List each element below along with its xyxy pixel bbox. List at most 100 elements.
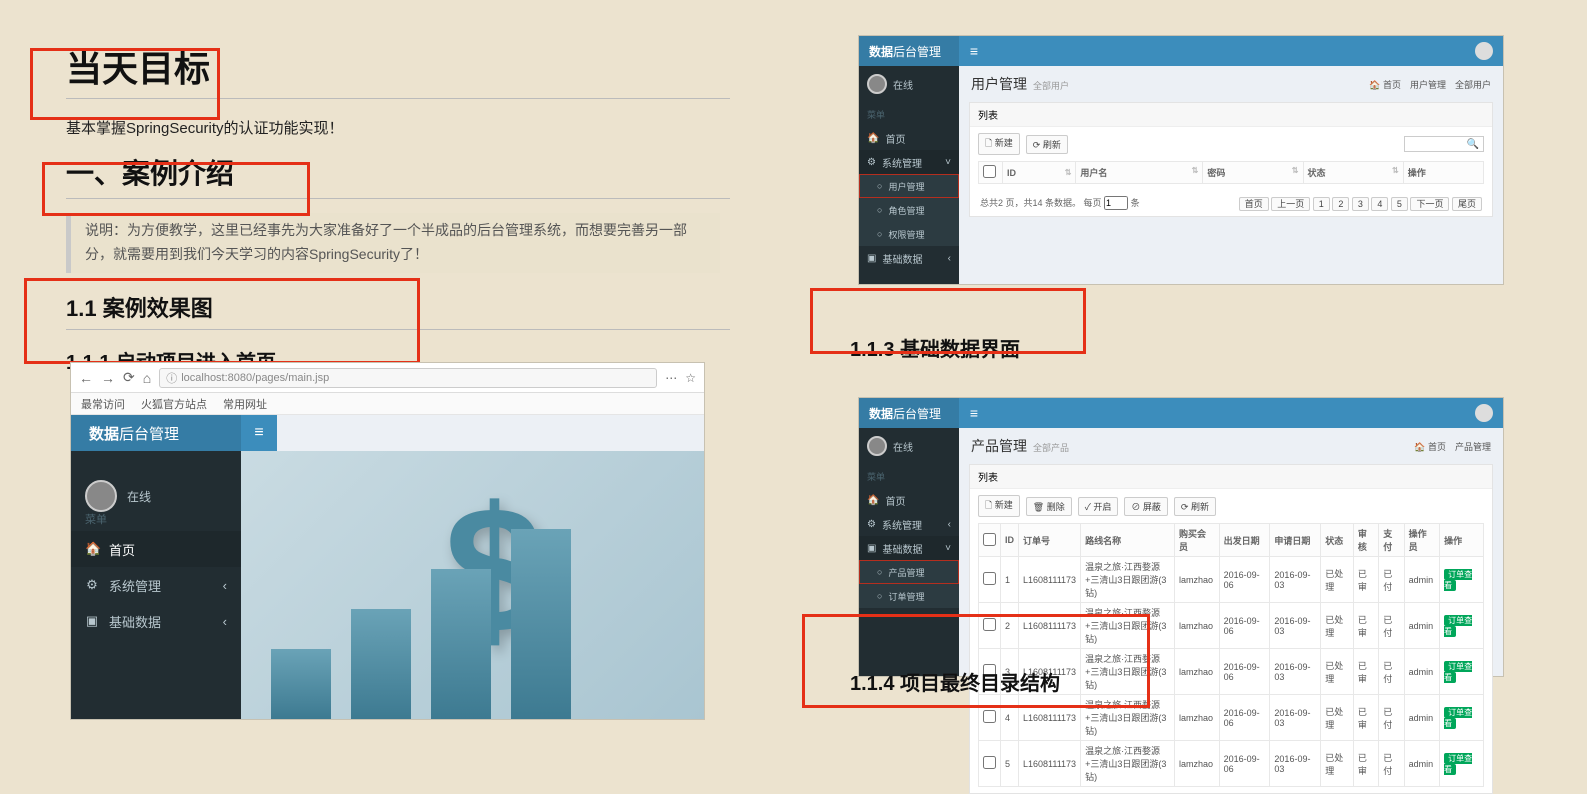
sidebar-item-product[interactable]: ○产品管理 (859, 560, 959, 584)
pagesize-input[interactable] (1104, 196, 1128, 210)
star-icon[interactable]: ☆ (685, 371, 696, 385)
back-icon[interactable]: ← (79, 370, 93, 386)
breadcrumb: 🏠 首页 用户管理 全部用户 (1369, 78, 1491, 91)
page-4[interactable]: 4 (1371, 197, 1388, 211)
page-3[interactable]: 3 (1352, 197, 1369, 211)
sidebar-item-label: 基础数据 (882, 251, 922, 266)
close-button[interactable]: ⊘ 屏蔽 (1124, 497, 1168, 516)
col-buyer[interactable]: 购买会员 (1175, 524, 1220, 557)
panel-title: 列表 (970, 103, 1492, 127)
breadcrumb: 🏠 首页 产品管理 (1414, 440, 1491, 453)
screenshot-user-mgmt: 数据 后台管理 ≡ 在线 菜单 🏠首页 ⚙系统管理˅ ○用户管理 ○角色管理 ○… (858, 35, 1504, 285)
view-order-button[interactable]: 订单查看 (1444, 753, 1472, 775)
avatar (85, 480, 117, 512)
view-order-button[interactable]: 订单查看 (1444, 661, 1472, 683)
gear-icon: ⚙ (85, 577, 99, 593)
view-order-button[interactable]: 订单查看 (1444, 615, 1472, 637)
col-password[interactable]: 密码⇅ (1203, 162, 1303, 184)
hamburger-icon[interactable]: ≡ (241, 415, 277, 451)
page-first[interactable]: 首页 (1239, 197, 1269, 211)
sidebar-item-role[interactable]: ○角色管理 (859, 198, 959, 222)
sidebar-item-home[interactable]: 🏠首页 (859, 126, 959, 150)
more-icon[interactable]: ⋯ (665, 371, 677, 385)
sidebar-item-base[interactable]: ▣基础数据˅ (859, 536, 959, 560)
select-all-checkbox[interactable] (983, 533, 996, 546)
brand-strong: 数据 (869, 405, 893, 422)
select-all-checkbox[interactable] (983, 165, 996, 178)
hamburger-icon[interactable]: ≡ (959, 405, 989, 421)
new-button[interactable]: 🗋 新建 (978, 495, 1020, 517)
intro-quote: 说明：为方便教学，这里已经事先为大家准备好了一个半成品的后台管理系统，而想要完善… (66, 213, 720, 273)
col-orderno[interactable]: 订单号 (1019, 524, 1081, 557)
chevron-left-icon: ‹ (223, 614, 227, 629)
sidebar-item-base[interactable]: ▣基础数据‹ (859, 246, 959, 270)
view-order-button[interactable]: 订单查看 (1444, 707, 1472, 729)
col-pay[interactable]: 支付 (1379, 524, 1404, 557)
hamburger-icon[interactable]: ≡ (959, 43, 989, 59)
col-audit[interactable]: 审核 (1353, 524, 1378, 557)
search-icon: 🔍 (1467, 139, 1479, 150)
row-checkbox[interactable] (983, 572, 996, 585)
avatar[interactable] (1475, 404, 1493, 422)
sidebar-item-label: 角色管理 (888, 204, 924, 217)
sidebar-item-system[interactable]: ⚙系统管理˅ (859, 150, 959, 174)
home-icon[interactable]: ⌂ (143, 370, 151, 386)
col-apply[interactable]: 申请日期 (1270, 524, 1321, 557)
forward-icon[interactable]: → (101, 370, 115, 386)
bookmark-common[interactable]: 常用网址 (223, 396, 267, 412)
page-title: 产品管理全部产品 (971, 436, 1069, 456)
sidebar-item-order[interactable]: ○订单管理 (859, 584, 959, 608)
sidebar-item-user[interactable]: ○用户管理 (859, 174, 959, 198)
page-prev[interactable]: 上一页 (1271, 197, 1310, 211)
col-route[interactable]: 路线名称 (1081, 524, 1175, 557)
col-id[interactable]: ID⇅ (1003, 162, 1076, 184)
page-1[interactable]: 1 (1313, 197, 1330, 211)
brand: 数据 后台管理 (859, 398, 959, 428)
col-username[interactable]: 用户名⇅ (1076, 162, 1203, 184)
delete-button[interactable]: 🗑 删除 (1026, 497, 1072, 516)
col-state[interactable]: 状态 (1321, 524, 1354, 557)
page-next[interactable]: 下一页 (1410, 197, 1449, 211)
url-text: localhost:8080/pages/main.jsp (181, 372, 329, 384)
avatar (867, 436, 887, 456)
dashboard-icon: 🏠 (85, 541, 99, 557)
search-input[interactable]: 🔍 (1404, 136, 1484, 152)
sidebar-item-home[interactable]: 🏠 首页 (71, 531, 241, 567)
bookmark-firefox[interactable]: 火狐官方站点 (141, 396, 207, 412)
sidebar-item-system[interactable]: ⚙系统管理‹ (859, 512, 959, 536)
chevron-down-icon: ˅ (945, 157, 951, 168)
dashboard-canvas: $ (241, 451, 704, 719)
sidebar-section-label: 菜单 (859, 464, 959, 488)
avatar[interactable] (1475, 42, 1493, 60)
refresh-button[interactable]: ⟳ 刷新 (1026, 135, 1068, 154)
row-checkbox[interactable] (983, 710, 996, 723)
dashboard-icon: 🏠 (867, 495, 879, 506)
page-summary: 总共2 页，共14 条数据。 每页 条 (980, 196, 1140, 210)
url-bar[interactable]: ⓘ localhost:8080/pages/main.jsp (159, 368, 657, 388)
sidebar-item-label: 订单管理 (888, 590, 924, 603)
col-id[interactable]: ID (1001, 524, 1019, 557)
brand-strong: 数据 (869, 43, 893, 60)
sidebar-item-label: 基础数据 (882, 541, 922, 556)
new-button[interactable]: 🗋 新建 (978, 133, 1020, 155)
col-status[interactable]: 状态⇅ (1303, 162, 1403, 184)
open-button[interactable]: ✓ 开启 (1078, 497, 1119, 516)
sidebar-item-label: 首页 (885, 131, 905, 146)
col-dep[interactable]: 出发日期 (1219, 524, 1270, 557)
page-last[interactable]: 尾页 (1452, 197, 1482, 211)
sidebar-item-system[interactable]: ⚙ 系统管理 ‹ (71, 567, 241, 603)
view-order-button[interactable]: 订单查看 (1444, 569, 1472, 591)
sidebar-item-perm[interactable]: ○权限管理 (859, 222, 959, 246)
bookmark-most[interactable]: 最常访问 (81, 396, 125, 412)
col-oper[interactable]: 操作员 (1404, 524, 1440, 557)
sidebar-item-base[interactable]: ▣ 基础数据 ‹ (71, 603, 241, 639)
page-2[interactable]: 2 (1332, 197, 1349, 211)
page-5[interactable]: 5 (1391, 197, 1408, 211)
reload-icon[interactable]: ⟳ (123, 369, 135, 386)
row-checkbox[interactable] (983, 756, 996, 769)
gear-icon: ⚙ (867, 519, 876, 530)
chevron-left-icon: ‹ (948, 253, 951, 264)
refresh-button[interactable]: ⟳ 刷新 (1174, 497, 1216, 516)
sidebar-item-home[interactable]: 🏠首页 (859, 488, 959, 512)
page-title: 用户管理全部用户 (971, 74, 1069, 94)
